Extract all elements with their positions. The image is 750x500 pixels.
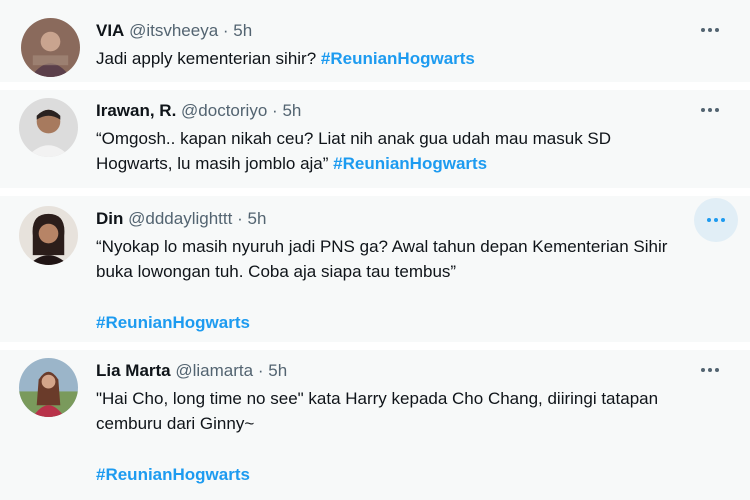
tweet-card[interactable]: Irawan, R. @doctoriyo · 5h “Omgosh.. kap… xyxy=(0,90,750,188)
tweet-text: Jadi apply kementerian sihir? #ReunianHo… xyxy=(96,46,716,71)
divider xyxy=(0,342,750,350)
timestamp[interactable]: 5h xyxy=(233,21,252,40)
more-options-button[interactable] xyxy=(690,10,730,50)
separator-dot: · xyxy=(222,21,229,40)
tweet-text-line: “Omgosh.. kapan nikah ceu? Liat nih anak… xyxy=(96,129,612,148)
more-options-button[interactable] xyxy=(690,90,730,130)
timestamp[interactable]: 5h xyxy=(268,361,287,380)
user-handle[interactable]: @itsvheeya xyxy=(129,21,218,40)
separator-dot: · xyxy=(237,209,243,228)
display-name[interactable]: Irawan, R. xyxy=(96,101,176,120)
more-horizontal-icon xyxy=(701,108,705,112)
more-horizontal-icon xyxy=(707,218,711,222)
tweet-text-content: Jadi apply kementerian sihir? xyxy=(96,49,321,68)
tweet-text-line: Hogwarts, lu masih jomblo aja” #ReunianH… xyxy=(96,151,716,176)
more-dot xyxy=(708,368,712,372)
display-name[interactable]: VIA xyxy=(96,21,124,40)
more-dot xyxy=(721,218,725,222)
more-dot xyxy=(708,28,712,32)
more-horizontal-icon xyxy=(701,28,705,32)
tweet-text-content: Hogwarts, lu masih jomblo aja” xyxy=(96,154,334,173)
avatar[interactable] xyxy=(19,98,78,157)
divider xyxy=(0,188,750,196)
hashtag-link[interactable]: #ReunianHogwarts xyxy=(96,465,250,484)
tweet-header: Din @dddaylighttt · 5h xyxy=(96,208,266,230)
more-dot xyxy=(715,108,719,112)
tweet-header: Irawan, R. @doctoriyo · 5h xyxy=(96,100,301,122)
tweet-card[interactable]: Lia Marta @liamarta · 5h "Hai Cho, long … xyxy=(0,350,750,500)
more-dot xyxy=(708,108,712,112)
tweet-hashtag-line: #ReunianHogwarts xyxy=(96,462,716,487)
hashtag-link[interactable]: #ReunianHogwarts xyxy=(333,154,487,173)
more-horizontal-icon xyxy=(701,368,705,372)
separator-dot: · xyxy=(272,101,278,120)
hashtag-link[interactable]: #ReunianHogwarts xyxy=(321,49,475,68)
separator-dot: · xyxy=(257,361,264,380)
more-dot xyxy=(715,368,719,372)
more-dot xyxy=(715,28,719,32)
avatar[interactable] xyxy=(19,358,78,417)
avatar[interactable] xyxy=(21,18,80,77)
tweet-text-line: cemburu dari Ginny~ xyxy=(96,414,255,433)
tweet-text-line: “Nyokap lo masih nyuruh jadi PNS ga? Awa… xyxy=(96,237,668,256)
display-name[interactable]: Din xyxy=(96,209,123,228)
display-name[interactable]: Lia Marta xyxy=(96,361,171,380)
tweet-card[interactable]: VIA @itsvheeya · 5h Jadi apply kementeri… xyxy=(0,0,750,82)
timestamp[interactable]: 5h xyxy=(247,209,266,228)
tweet-header: Lia Marta @liamarta · 5h xyxy=(96,360,287,382)
tweet-header: VIA @itsvheeya · 5h xyxy=(96,20,252,42)
tweet-card[interactable]: Din @dddaylighttt · 5h “Nyokap lo masih … xyxy=(0,196,750,342)
timestamp[interactable]: 5h xyxy=(282,101,301,120)
more-dot xyxy=(714,218,718,222)
tweet-text-line: buka lowongan tuh. Coba aja siapa tau te… xyxy=(96,262,457,281)
more-options-button[interactable] xyxy=(694,198,738,242)
tweet-text-line: "Hai Cho, long time no see" kata Harry k… xyxy=(96,389,659,408)
tweet-hashtag-line: #ReunianHogwarts xyxy=(96,310,716,335)
tweet-text: “Nyokap lo masih nyuruh jadi PNS ga? Awa… xyxy=(96,234,716,284)
hashtag-link[interactable]: #ReunianHogwarts xyxy=(96,313,250,332)
avatar[interactable] xyxy=(19,206,78,265)
user-handle[interactable]: @liamarta xyxy=(175,361,253,380)
user-handle[interactable]: @dddaylighttt xyxy=(128,209,232,228)
divider xyxy=(0,82,750,90)
tweet-text: "Hai Cho, long time no see" kata Harry k… xyxy=(96,386,716,436)
tweet-text: “Omgosh.. kapan nikah ceu? Liat nih anak… xyxy=(96,126,716,176)
more-options-button[interactable] xyxy=(690,350,730,390)
user-handle[interactable]: @doctoriyo xyxy=(181,101,267,120)
